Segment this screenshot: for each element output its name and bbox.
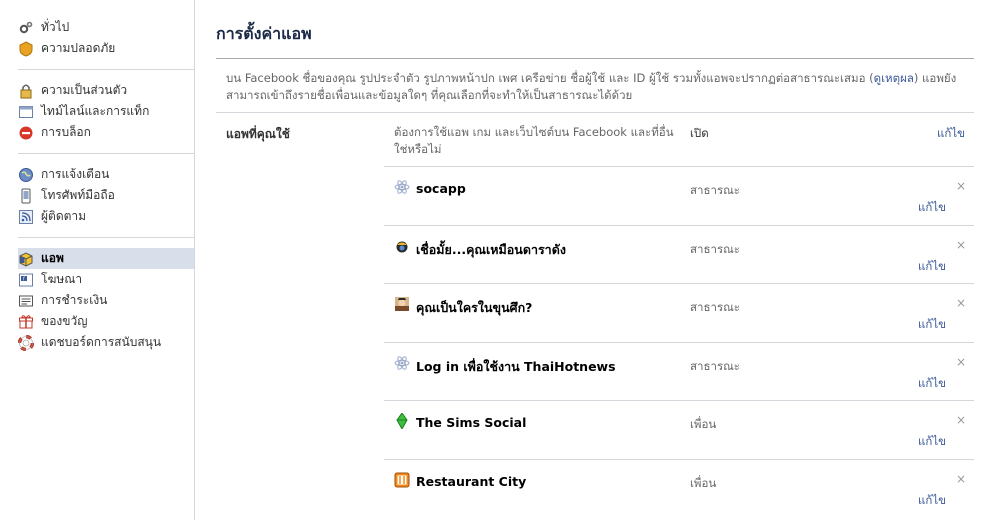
block-icon <box>18 125 34 141</box>
sidebar-item-label: โทรศัพท์มือถือ <box>41 188 115 202</box>
sidebar-item-label: ความปลอดภัย <box>41 41 116 55</box>
sidebar-item-mobile[interactable]: โทรศัพท์มือถือ <box>18 185 194 206</box>
apps-you-use-label: แอพที่คุณใช้ <box>226 127 290 141</box>
edit-app-link[interactable]: แก้ไข <box>918 316 946 334</box>
app-row[interactable]: เชื่อมั้ย...คุณเหมือนดาราดัง สาธารณะ × แ… <box>384 224 974 284</box>
nav-group-apps: แอพ f โฆษณา การชำระเงิน ของขวัญ แดชบอร์ด… <box>18 248 194 353</box>
app-privacy: สาธารณะ <box>690 241 740 256</box>
sidebar-item-general[interactable]: ทั่วไป <box>18 17 194 38</box>
platform-edit-link[interactable]: แก้ไข <box>937 125 965 143</box>
apps-platform-description: ต้องการใช้แอพ เกม และเว็บไซต์บน Facebook… <box>394 125 674 156</box>
gears-icon <box>18 20 34 36</box>
sidebar-item-label: ความเป็นส่วนตัว <box>41 83 128 97</box>
rss-icon <box>18 209 34 225</box>
remove-app-button[interactable]: × <box>956 179 966 193</box>
app-row[interactable]: Log in เพื่อใช้งาน ThaiHotnews สาธารณะ ×… <box>384 341 974 401</box>
app-name[interactable]: เชื่อมั้ย...คุณเหมือนดาราดัง <box>416 240 566 260</box>
sidebar-divider <box>18 153 194 154</box>
mobile-icon <box>18 188 34 204</box>
globe-icon <box>18 167 34 183</box>
edit-app-link[interactable]: แก้ไข <box>918 433 946 451</box>
star-app-icon <box>394 238 410 254</box>
sidebar-item-ads[interactable]: f โฆษณา <box>18 269 194 290</box>
sidebar-item-label: ของขวัญ <box>41 314 88 328</box>
nav-group-privacy: ความเป็นส่วนตัว ไทม์ไลน์และการแท็ก การบล… <box>18 80 194 143</box>
remove-app-button[interactable]: × <box>956 296 966 310</box>
intro-text: บน Facebook ชื่อของคุณ รูปประจำตัว รูปภา… <box>226 70 970 104</box>
app-name[interactable]: The Sims Social <box>416 415 526 430</box>
sidebar-divider <box>18 237 194 238</box>
sidebar-item-label: แอพ <box>41 251 64 265</box>
app-name[interactable]: Restaurant City <box>416 474 526 489</box>
title-divider <box>216 58 974 59</box>
lock-icon <box>18 83 34 99</box>
badge-icon <box>18 40 34 57</box>
timeline-icon <box>18 104 34 120</box>
learn-why-link[interactable]: ดูเหตุผล <box>874 71 914 85</box>
support-icon <box>18 334 34 351</box>
app-row[interactable]: socapp สาธารณะ × แก้ไข <box>384 166 974 225</box>
remove-app-button[interactable]: × <box>956 413 966 427</box>
edit-app-link[interactable]: แก้ไข <box>918 199 946 217</box>
sidebar-item-timeline-tagging[interactable]: ไทม์ไลน์และการแท็ก <box>18 101 194 122</box>
atom-icon <box>394 355 410 371</box>
sidebar-item-label: การแจ้งเตือน <box>41 167 110 181</box>
sidebar-item-support-dashboard[interactable]: แดชบอร์ดการสนับสนุน <box>18 332 194 353</box>
apps-list: socapp สาธารณะ × แก้ไข เชื่อมั้ย...คุณเห… <box>384 166 974 517</box>
sidebar-item-label: ไทม์ไลน์และการแท็ก <box>41 104 150 118</box>
sidebar-item-privacy[interactable]: ความเป็นส่วนตัว <box>18 80 194 101</box>
warrior-app-icon <box>394 296 410 312</box>
sidebar-item-label: โฆษณา <box>41 272 83 286</box>
remove-app-button[interactable]: × <box>956 472 966 486</box>
sidebar-item-label: การบล็อก <box>41 125 91 139</box>
sidebar-item-security[interactable]: ความปลอดภัย <box>18 38 194 59</box>
remove-app-button[interactable]: × <box>956 238 966 252</box>
app-privacy: เพื่อน <box>690 417 717 431</box>
payments-icon <box>18 293 34 309</box>
gift-icon <box>18 314 34 330</box>
restaurant-icon <box>394 472 410 488</box>
app-name[interactable]: socapp <box>416 181 466 196</box>
page-title: การตั้งค่าแอพ <box>216 24 312 43</box>
app-privacy: สาธารณะ <box>690 183 740 197</box>
app-row[interactable]: Restaurant City เพื่อน × แก้ไข <box>384 458 974 518</box>
edit-app-link[interactable]: แก้ไข <box>918 258 946 276</box>
app-row[interactable]: The Sims Social เพื่อน × แก้ไข <box>384 400 974 459</box>
app-row[interactable]: คุณเป็นใครในขุนศึก? สาธารณะ × แก้ไข <box>384 283 974 342</box>
app-privacy: สาธารณะ <box>690 358 740 373</box>
settings-sidebar: ทั่วไป ความปลอดภัย ความเป็นส่วนตัว ไทม์ไ… <box>0 0 195 520</box>
edit-app-link[interactable]: แก้ไข <box>918 492 946 510</box>
app-privacy: เพื่อน <box>690 475 717 490</box>
sidebar-item-gifts[interactable]: ของขวัญ <box>18 311 194 332</box>
sidebar-item-label: การชำระเงิน <box>41 293 108 307</box>
app-name[interactable]: Log in เพื่อใช้งาน ThaiHotnews <box>416 357 616 377</box>
sidebar-item-apps[interactable]: แอพ <box>18 248 194 269</box>
sidebar-divider <box>18 69 194 70</box>
app-name[interactable]: คุณเป็นใครในขุนศึก? <box>416 298 532 318</box>
sidebar-item-payments[interactable]: การชำระเงิน <box>18 290 194 311</box>
intro-text-part1: บน Facebook ชื่อของคุณ รูปประจำตัว รูปภา… <box>226 71 874 85</box>
nav-group-notifications: การแจ้งเตือน โทรศัพท์มือถือ ผู้ติดตาม <box>18 164 194 227</box>
ads-icon: f <box>18 272 34 288</box>
sidebar-item-label: ผู้ติดตาม <box>41 209 87 223</box>
svg-text:f: f <box>23 276 25 282</box>
sidebar-item-label: แดชบอร์ดการสนับสนุน <box>41 335 162 349</box>
remove-app-button[interactable]: × <box>956 355 966 369</box>
atom-icon <box>394 179 410 195</box>
sims-plumbob-icon <box>394 413 410 429</box>
apps-icon <box>18 251 34 267</box>
nav-group-general: ทั่วไป ความปลอดภัย <box>18 17 194 59</box>
sidebar-item-followers[interactable]: ผู้ติดตาม <box>18 206 194 227</box>
sidebar-item-label: ทั่วไป <box>41 20 70 34</box>
sidebar-item-blocking[interactable]: การบล็อก <box>18 122 194 143</box>
app-privacy: สาธารณะ <box>690 300 740 314</box>
platform-status: เปิด <box>690 126 709 140</box>
intro-divider <box>216 112 974 113</box>
sidebar-item-notifications[interactable]: การแจ้งเตือน <box>18 164 194 185</box>
edit-app-link[interactable]: แก้ไข <box>918 375 946 393</box>
